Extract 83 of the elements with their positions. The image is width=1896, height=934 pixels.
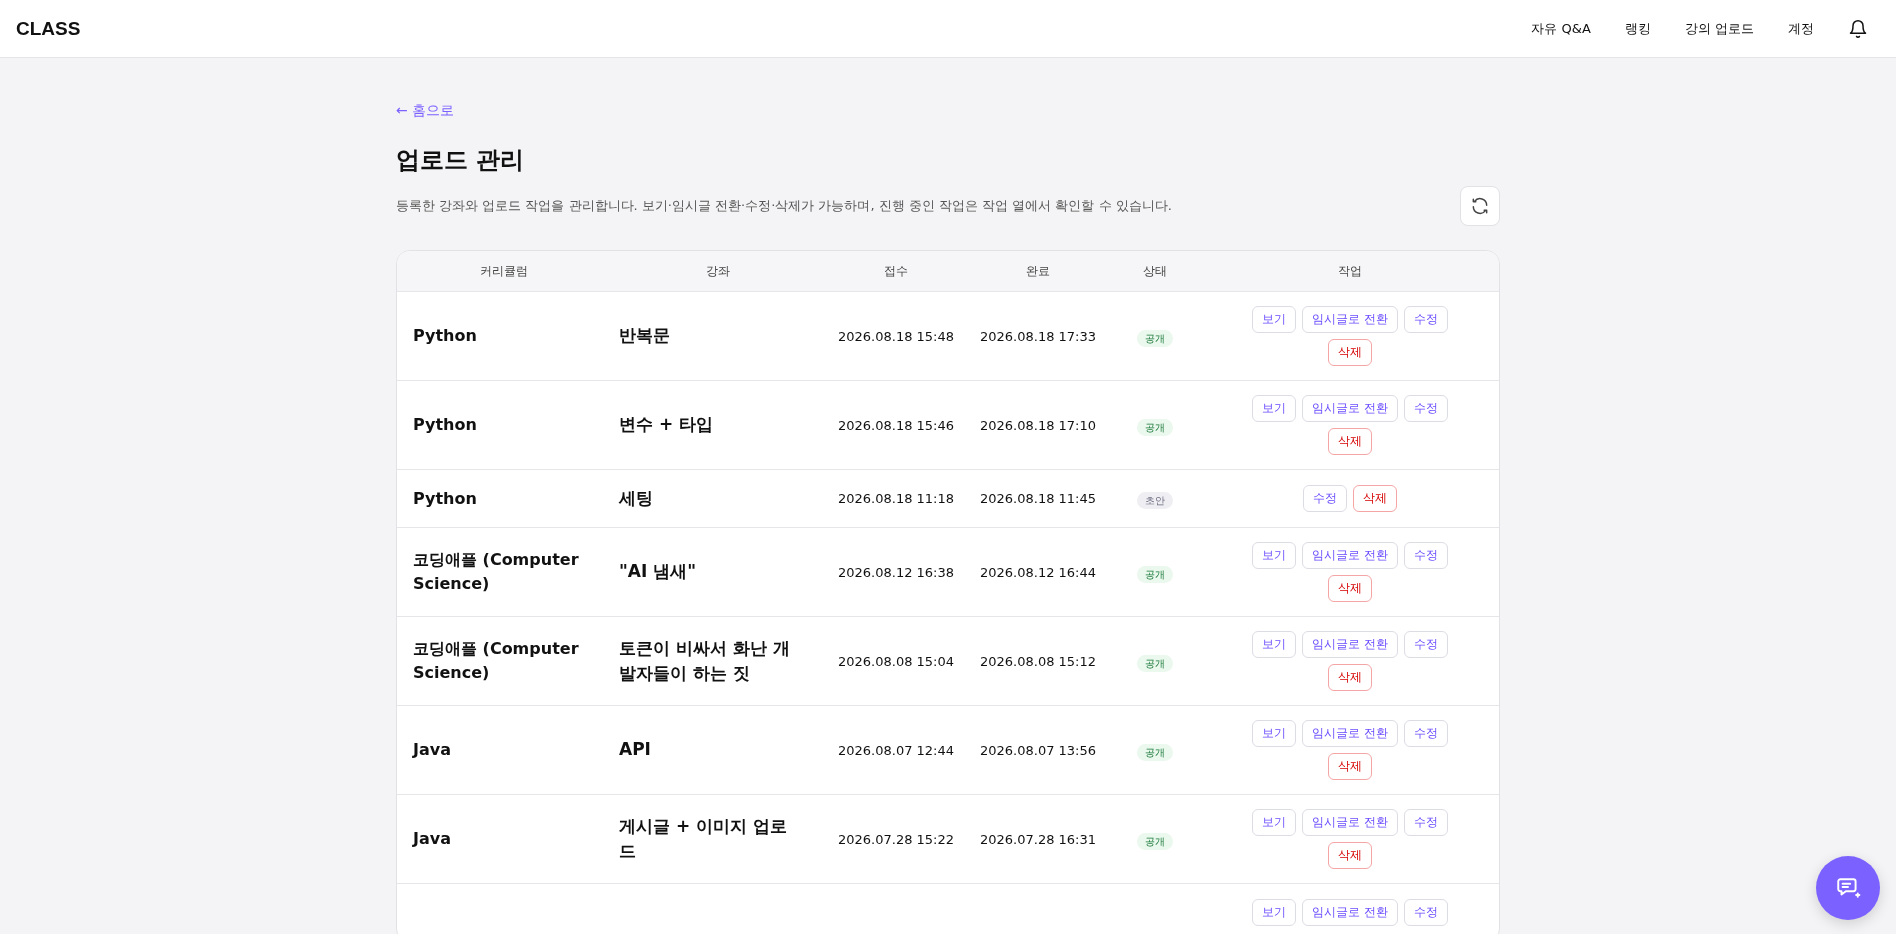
logo[interactable]: CLASS <box>16 17 81 40</box>
action-button[interactable]: 임시글로 전환 <box>1302 306 1398 333</box>
action-button[interactable]: 임시글로 전환 <box>1302 542 1398 569</box>
status-badge: 공개 <box>1137 654 1173 672</box>
table-cell-text: Python <box>413 325 478 347</box>
table-cell: 2026.08.07 12:44 <box>838 742 954 758</box>
action-button[interactable]: 삭제 <box>1328 664 1372 691</box>
table-cell: 2026.07.28 15:22 <box>838 831 954 847</box>
chat-button[interactable] <box>1816 856 1880 920</box>
table-cell: 2026.08.18 17:10 <box>980 417 1096 433</box>
action-button[interactable]: 보기 <box>1252 809 1297 836</box>
table-cell: 2026.08.07 13:56 <box>980 742 1096 758</box>
nav-link[interactable]: 랭킹 <box>1624 19 1651 38</box>
action-button[interactable]: 임시글로 전환 <box>1302 395 1398 422</box>
table-cell: 2026.07.28 16:31 <box>980 831 1096 847</box>
nav-link[interactable]: 자유 Q&A <box>1531 19 1591 38</box>
table-cell: 2026.08.18 15:48 <box>838 328 954 344</box>
table-cell-text: 변수 + 타입 <box>619 413 715 437</box>
action-button[interactable]: 보기 <box>1252 395 1297 422</box>
action-button[interactable]: 임시글로 전환 <box>1302 631 1398 658</box>
action-button[interactable]: 수정 <box>1403 306 1448 333</box>
action-button[interactable]: 수정 <box>1403 720 1448 747</box>
status-badge: 공개 <box>1137 418 1173 436</box>
table-cell: 2026.08.08 15:04 <box>838 653 954 669</box>
table-cell: 2026.08.18 17:33 <box>980 328 1096 344</box>
action-button[interactable]: 수정 <box>1403 899 1448 926</box>
column-header: 강좌 <box>705 262 731 280</box>
action-button[interactable]: 임시글로 전환 <box>1302 809 1398 836</box>
back-link[interactable]: ← 홈으로 <box>396 102 455 120</box>
action-button[interactable]: 보기 <box>1252 631 1297 658</box>
action-button[interactable]: 삭제 <box>1353 485 1397 512</box>
action-button[interactable]: 보기 <box>1252 720 1297 747</box>
action-button[interactable]: 삭제 <box>1328 339 1372 366</box>
chat-bubble-icon <box>1835 875 1861 901</box>
action-button[interactable]: 보기 <box>1252 306 1297 333</box>
action-button[interactable]: 수정 <box>1403 542 1448 569</box>
table-cell-text: Java <box>413 739 452 761</box>
action-button[interactable]: 임시글로 전환 <box>1302 720 1398 747</box>
table-cell-text: "AI 냄새" <box>619 560 698 584</box>
table-cell: 2026.08.18 11:45 <box>980 491 1096 506</box>
table-cell: 2026.08.18 11:18 <box>838 491 954 506</box>
action-button[interactable]: 임시글로 전환 <box>1302 899 1398 926</box>
action-button[interactable]: 수정 <box>1403 809 1448 836</box>
action-button[interactable]: 삭제 <box>1328 753 1372 780</box>
table-cell-text: 코딩애플 (Computer Science) <box>413 549 580 595</box>
action-button[interactable]: 수정 <box>1403 395 1448 422</box>
column-header: 접수 <box>883 262 909 280</box>
nav-link[interactable]: 계정 <box>1788 19 1814 38</box>
action-button[interactable]: 수정 <box>1303 485 1347 512</box>
action-button[interactable]: 삭제 <box>1328 842 1372 869</box>
table-cell-text: 반복문 <box>619 324 671 348</box>
table-cell-text: Java <box>413 828 452 850</box>
table-cell-text: API <box>619 738 652 762</box>
notification-bell-icon[interactable] <box>1848 18 1868 39</box>
page-description: 등록한 강좌와 업로드 작업을 관리합니다. 보기·임시글 전환·수정·삭제가 가능하며, 진행 중인 작업은 작업 열에서 확인할 수 있습니다. <box>396 197 1172 215</box>
table-cell-text: 세팅 <box>619 486 654 510</box>
action-button[interactable]: 수정 <box>1403 631 1448 658</box>
table-cell: 2026.08.12 16:44 <box>980 564 1096 580</box>
action-button[interactable]: 보기 <box>1252 899 1297 926</box>
table-cell-text: Python <box>413 414 478 436</box>
action-button[interactable]: 삭제 <box>1328 575 1372 602</box>
action-button[interactable]: 보기 <box>1252 542 1297 569</box>
refresh-button[interactable] <box>1460 186 1500 226</box>
status-badge: 초안 <box>1137 492 1173 509</box>
table-cell: 2026.08.12 16:38 <box>838 564 954 580</box>
table-cell-text: 토큰이 비싸서 화난 개발자들이 하는 짓 <box>619 636 791 685</box>
status-badge: 공개 <box>1137 832 1173 850</box>
status-badge: 공개 <box>1137 743 1173 761</box>
page-title: 업로드 관리 <box>396 145 526 176</box>
column-header: 작업 <box>1337 262 1363 280</box>
refresh-icon <box>1470 196 1490 216</box>
column-header: 완료 <box>1025 262 1051 280</box>
table-cell-text: 게시글 + 이미지 업로드 <box>619 814 788 863</box>
column-header: 상태 <box>1142 262 1168 280</box>
nav-link[interactable]: 강의 업로드 <box>1684 19 1754 38</box>
table-cell-text: 코딩애플 (Computer Science) <box>413 638 580 684</box>
column-header: 커리큘럼 <box>479 262 529 280</box>
status-badge: 공개 <box>1137 565 1173 583</box>
table-cell: 2026.08.18 15:46 <box>838 417 954 433</box>
table-cell: 2026.08.08 15:12 <box>980 653 1096 669</box>
action-button[interactable]: 삭제 <box>1328 428 1372 455</box>
table-cell-text: Python <box>413 487 478 510</box>
status-badge: 공개 <box>1137 329 1173 347</box>
